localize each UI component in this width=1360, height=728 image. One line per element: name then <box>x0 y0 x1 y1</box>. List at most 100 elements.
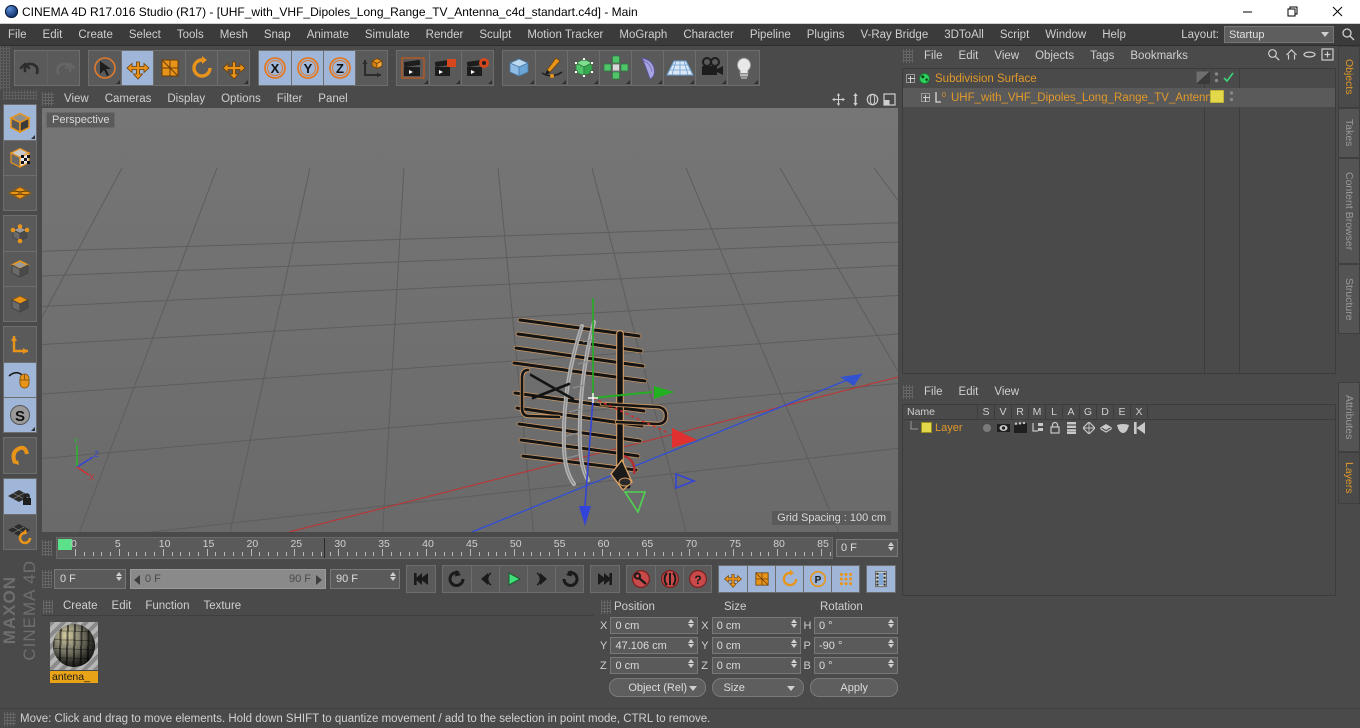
size-mode-dropdown[interactable]: Size <box>712 678 805 697</box>
expand-toggle-icon[interactable] <box>903 74 917 83</box>
timeline-grip[interactable] <box>42 540 52 556</box>
object-menu-objects[interactable]: Objects <box>1027 46 1082 66</box>
add-camera-button[interactable] <box>695 51 727 85</box>
menu-item-character[interactable]: Character <box>675 24 742 46</box>
animation-icon[interactable] <box>1063 421 1080 434</box>
object-dots-icon[interactable] <box>1229 90 1234 106</box>
keyframe-selection-button[interactable]: ? <box>683 566 711 592</box>
render-settings-button[interactable] <box>461 51 493 85</box>
coord-rot-b-field[interactable]: 0 ° <box>813 657 898 674</box>
spinner-icon[interactable] <box>688 639 695 648</box>
play-forward-loop-button[interactable] <box>555 566 583 592</box>
layer-manager-grip[interactable] <box>903 385 913 399</box>
menu-item-tools[interactable]: Tools <box>169 24 212 46</box>
render-to-picture-viewer-button[interactable] <box>429 51 461 85</box>
pan-icon[interactable] <box>831 92 845 106</box>
coord-pos-y-field[interactable]: 47.106 cm <box>610 637 699 654</box>
material-item[interactable]: antena_ <box>50 622 98 683</box>
points-mode-button[interactable] <box>4 216 36 251</box>
viewport-menu-panel[interactable]: Panel <box>310 90 355 108</box>
viewport-menu-filter[interactable]: Filter <box>269 90 311 108</box>
lock-z-axis-button[interactable]: Z <box>323 51 355 85</box>
spinner-icon[interactable] <box>888 639 894 648</box>
render-view-button[interactable] <box>397 51 429 85</box>
key-position-button[interactable] <box>719 566 747 592</box>
layer-row[interactable]: Layer <box>903 420 1335 435</box>
object-row-antenna[interactable]: 0 UHF_with_VHF_Dipoles_Long_Range_TV_Ant… <box>903 88 1335 107</box>
viewport-menu-cameras[interactable]: Cameras <box>97 90 160 108</box>
magnet-tool-button[interactable] <box>4 438 36 473</box>
apply-button[interactable]: Apply <box>810 678 898 697</box>
menu-item-simulate[interactable]: Simulate <box>357 24 418 46</box>
material-menu-create[interactable]: Create <box>56 598 105 615</box>
workplane-mode-button[interactable] <box>4 175 36 210</box>
key-scale-button[interactable] <box>747 566 775 592</box>
enable-axis-button[interactable] <box>4 327 36 362</box>
add-array-button[interactable] <box>599 51 631 85</box>
viewport-layout-icon[interactable] <box>882 92 896 106</box>
material-menu-edit[interactable]: Edit <box>105 598 139 615</box>
viewport-menu-view[interactable]: View <box>56 90 97 108</box>
range-left-arrow-icon[interactable] <box>134 575 140 585</box>
expressions-icon[interactable] <box>1114 423 1131 433</box>
add-cube-button[interactable] <box>503 51 535 85</box>
material-menu-texture[interactable]: Texture <box>196 598 248 615</box>
add-environment-button[interactable] <box>663 51 695 85</box>
timeline-ruler[interactable]: 051015202530354045505560657075808590 <box>56 537 833 559</box>
add-generator-button[interactable] <box>567 51 599 85</box>
layer-menu-view[interactable]: View <box>986 382 1027 402</box>
go-to-start-button[interactable] <box>407 566 435 592</box>
spinner-icon[interactable] <box>888 619 894 628</box>
minimize-button[interactable] <box>1225 0 1270 24</box>
max-frame-field[interactable]: 90 F <box>330 569 400 589</box>
viewport-menu-options[interactable]: Options <box>213 90 269 108</box>
menu-item-create[interactable]: Create <box>70 24 121 46</box>
menu-item-pipeline[interactable]: Pipeline <box>742 24 799 46</box>
object-row-subdivision-surface[interactable]: Subdivision Surface <box>903 69 1335 88</box>
timeline-current-frame-field[interactable]: 0 F <box>836 539 898 557</box>
material-list[interactable]: antena_ <box>42 615 594 706</box>
object-menu-bookmarks[interactable]: Bookmarks <box>1122 46 1196 66</box>
coord-pos-z-field[interactable]: 0 cm <box>610 657 699 674</box>
move-tool-button[interactable] <box>121 51 153 85</box>
step-back-button[interactable] <box>471 566 499 592</box>
object-tag-gradient-icon[interactable] <box>1195 70 1211 87</box>
polygons-mode-button[interactable] <box>4 286 36 321</box>
key-rotation-button[interactable] <box>775 566 803 592</box>
spinner-icon[interactable] <box>790 639 797 648</box>
redo-button[interactable] <box>47 51 79 85</box>
dolly-icon[interactable] <box>848 92 862 106</box>
object-menu-file[interactable]: File <box>916 46 951 66</box>
tab-attributes[interactable]: Attributes <box>1338 382 1360 452</box>
timeline-filmstrip-button[interactable] <box>867 566 895 592</box>
status-bar-grip[interactable] <box>4 711 16 726</box>
tab-takes[interactable]: Takes <box>1338 108 1360 158</box>
object-tree[interactable]: Subdivision Surface 0 UHF_with_VHF_Dipol… <box>902 68 1336 374</box>
tab-structure[interactable]: Structure <box>1338 264 1360 334</box>
menu-item-script[interactable]: Script <box>992 24 1037 46</box>
material-name[interactable]: antena_ <box>50 671 98 683</box>
coordinates-grip[interactable] <box>601 599 611 614</box>
spinner-icon[interactable] <box>688 659 695 668</box>
3d-viewport[interactable]: Perspective Grid Spacing : 100 cm Y Z X <box>42 108 898 532</box>
add-spline-button[interactable] <box>535 51 567 85</box>
material-menu-function[interactable]: Function <box>138 598 196 615</box>
preview-range-bar[interactable]: 0 F 90 F <box>130 569 326 589</box>
lock-icon[interactable] <box>1046 421 1063 434</box>
menu-item-animate[interactable]: Animate <box>299 24 357 46</box>
add-deformer-button[interactable] <box>631 51 663 85</box>
search-icon[interactable] <box>1341 27 1355 44</box>
spinner-icon[interactable] <box>116 572 122 581</box>
visible-eye-icon[interactable] <box>995 423 1012 433</box>
object-tag-color-swatch[interactable] <box>1209 89 1225 106</box>
transform-tool-button[interactable] <box>217 51 249 85</box>
object-manager-grip[interactable] <box>903 49 913 63</box>
menu-item-edit[interactable]: Edit <box>35 24 71 46</box>
spinner-icon[interactable] <box>390 572 396 581</box>
lock-workplane-button[interactable] <box>4 479 36 514</box>
key-parameter-button[interactable]: P <box>803 566 831 592</box>
generators-icon[interactable] <box>1080 421 1097 434</box>
play-button[interactable] <box>499 566 527 592</box>
menu-item-file[interactable]: File <box>0 24 35 46</box>
snap-button[interactable]: S <box>4 397 36 432</box>
